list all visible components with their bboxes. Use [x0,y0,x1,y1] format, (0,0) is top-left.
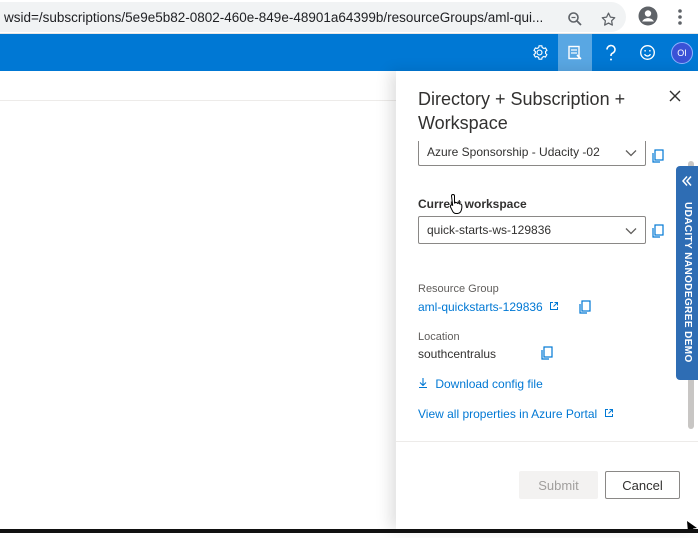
hand-cursor-icon [449,193,465,215]
workspace-value: quick-starts-ws-129836 [427,223,552,237]
address-bar[interactable]: wsid=/subscriptions/5e9e5b82-0802-460e-8… [0,2,626,32]
location-value: southcentralus [418,347,497,361]
close-icon[interactable] [666,87,684,105]
download-config-link[interactable]: Download config file [418,377,543,391]
resource-group-label: Resource Group [418,283,499,295]
cancel-button[interactable]: Cancel [605,471,680,499]
subscription-dropdown[interactable]: Azure Sponsorship - Udacity -02 [418,141,646,166]
profile-icon[interactable] [637,5,659,27]
chevron-down-icon [625,224,637,238]
help-icon[interactable] [594,34,628,71]
more-vert-icon[interactable] [669,6,691,28]
panel-scroll-content: Azure Sponsorship - Udacity -02 Current … [396,141,698,441]
udacity-demo-tab[interactable]: UDACITY NANODEGREE DEMO [676,166,698,380]
zoom-icon[interactable] [564,8,586,30]
copy-icon[interactable] [651,224,665,238]
browser-toolbar: wsid=/subscriptions/5e9e5b82-0802-460e-8… [0,0,698,34]
studio-background [0,71,396,529]
subscription-value: Azure Sponsorship - Udacity -02 [427,145,600,159]
divider [0,100,396,101]
double-chevron-left-icon [680,174,694,188]
app-header: OI [0,34,698,71]
star-icon[interactable] [597,8,619,30]
submit-button[interactable]: Submit [519,471,598,499]
panel-title: Directory + Subscription + Workspace [418,89,626,133]
directory-subscription-panel: Directory + Subscription + Workspace Azu… [396,71,698,529]
account-button[interactable]: OI [666,34,698,71]
url-text: wsid=/subscriptions/5e9e5b82-0802-460e-8… [4,10,544,25]
taskbar-edge [0,529,698,533]
udacity-tab-label: UDACITY NANODEGREE DEMO [682,202,693,363]
download-icon [419,378,427,389]
resource-group-link[interactable]: aml-quickstarts-129836 [418,300,559,314]
divider [396,441,698,442]
feedback-notes-icon[interactable] [558,34,592,71]
workspace-label: Current workspace [418,197,527,211]
external-link-icon [550,302,559,310]
chevron-down-icon [625,146,637,160]
avatar: OI [671,41,693,64]
copy-icon[interactable] [540,346,554,360]
external-link-icon [604,409,613,417]
location-label: Location [418,331,460,343]
smiley-icon[interactable] [630,34,664,71]
gear-icon[interactable] [522,34,556,71]
copy-icon[interactable] [651,149,665,163]
view-all-properties-link[interactable]: View all properties in Azure Portal [418,407,614,421]
copy-icon[interactable] [578,300,592,314]
workspace-dropdown[interactable]: quick-starts-ws-129836 [418,216,646,244]
